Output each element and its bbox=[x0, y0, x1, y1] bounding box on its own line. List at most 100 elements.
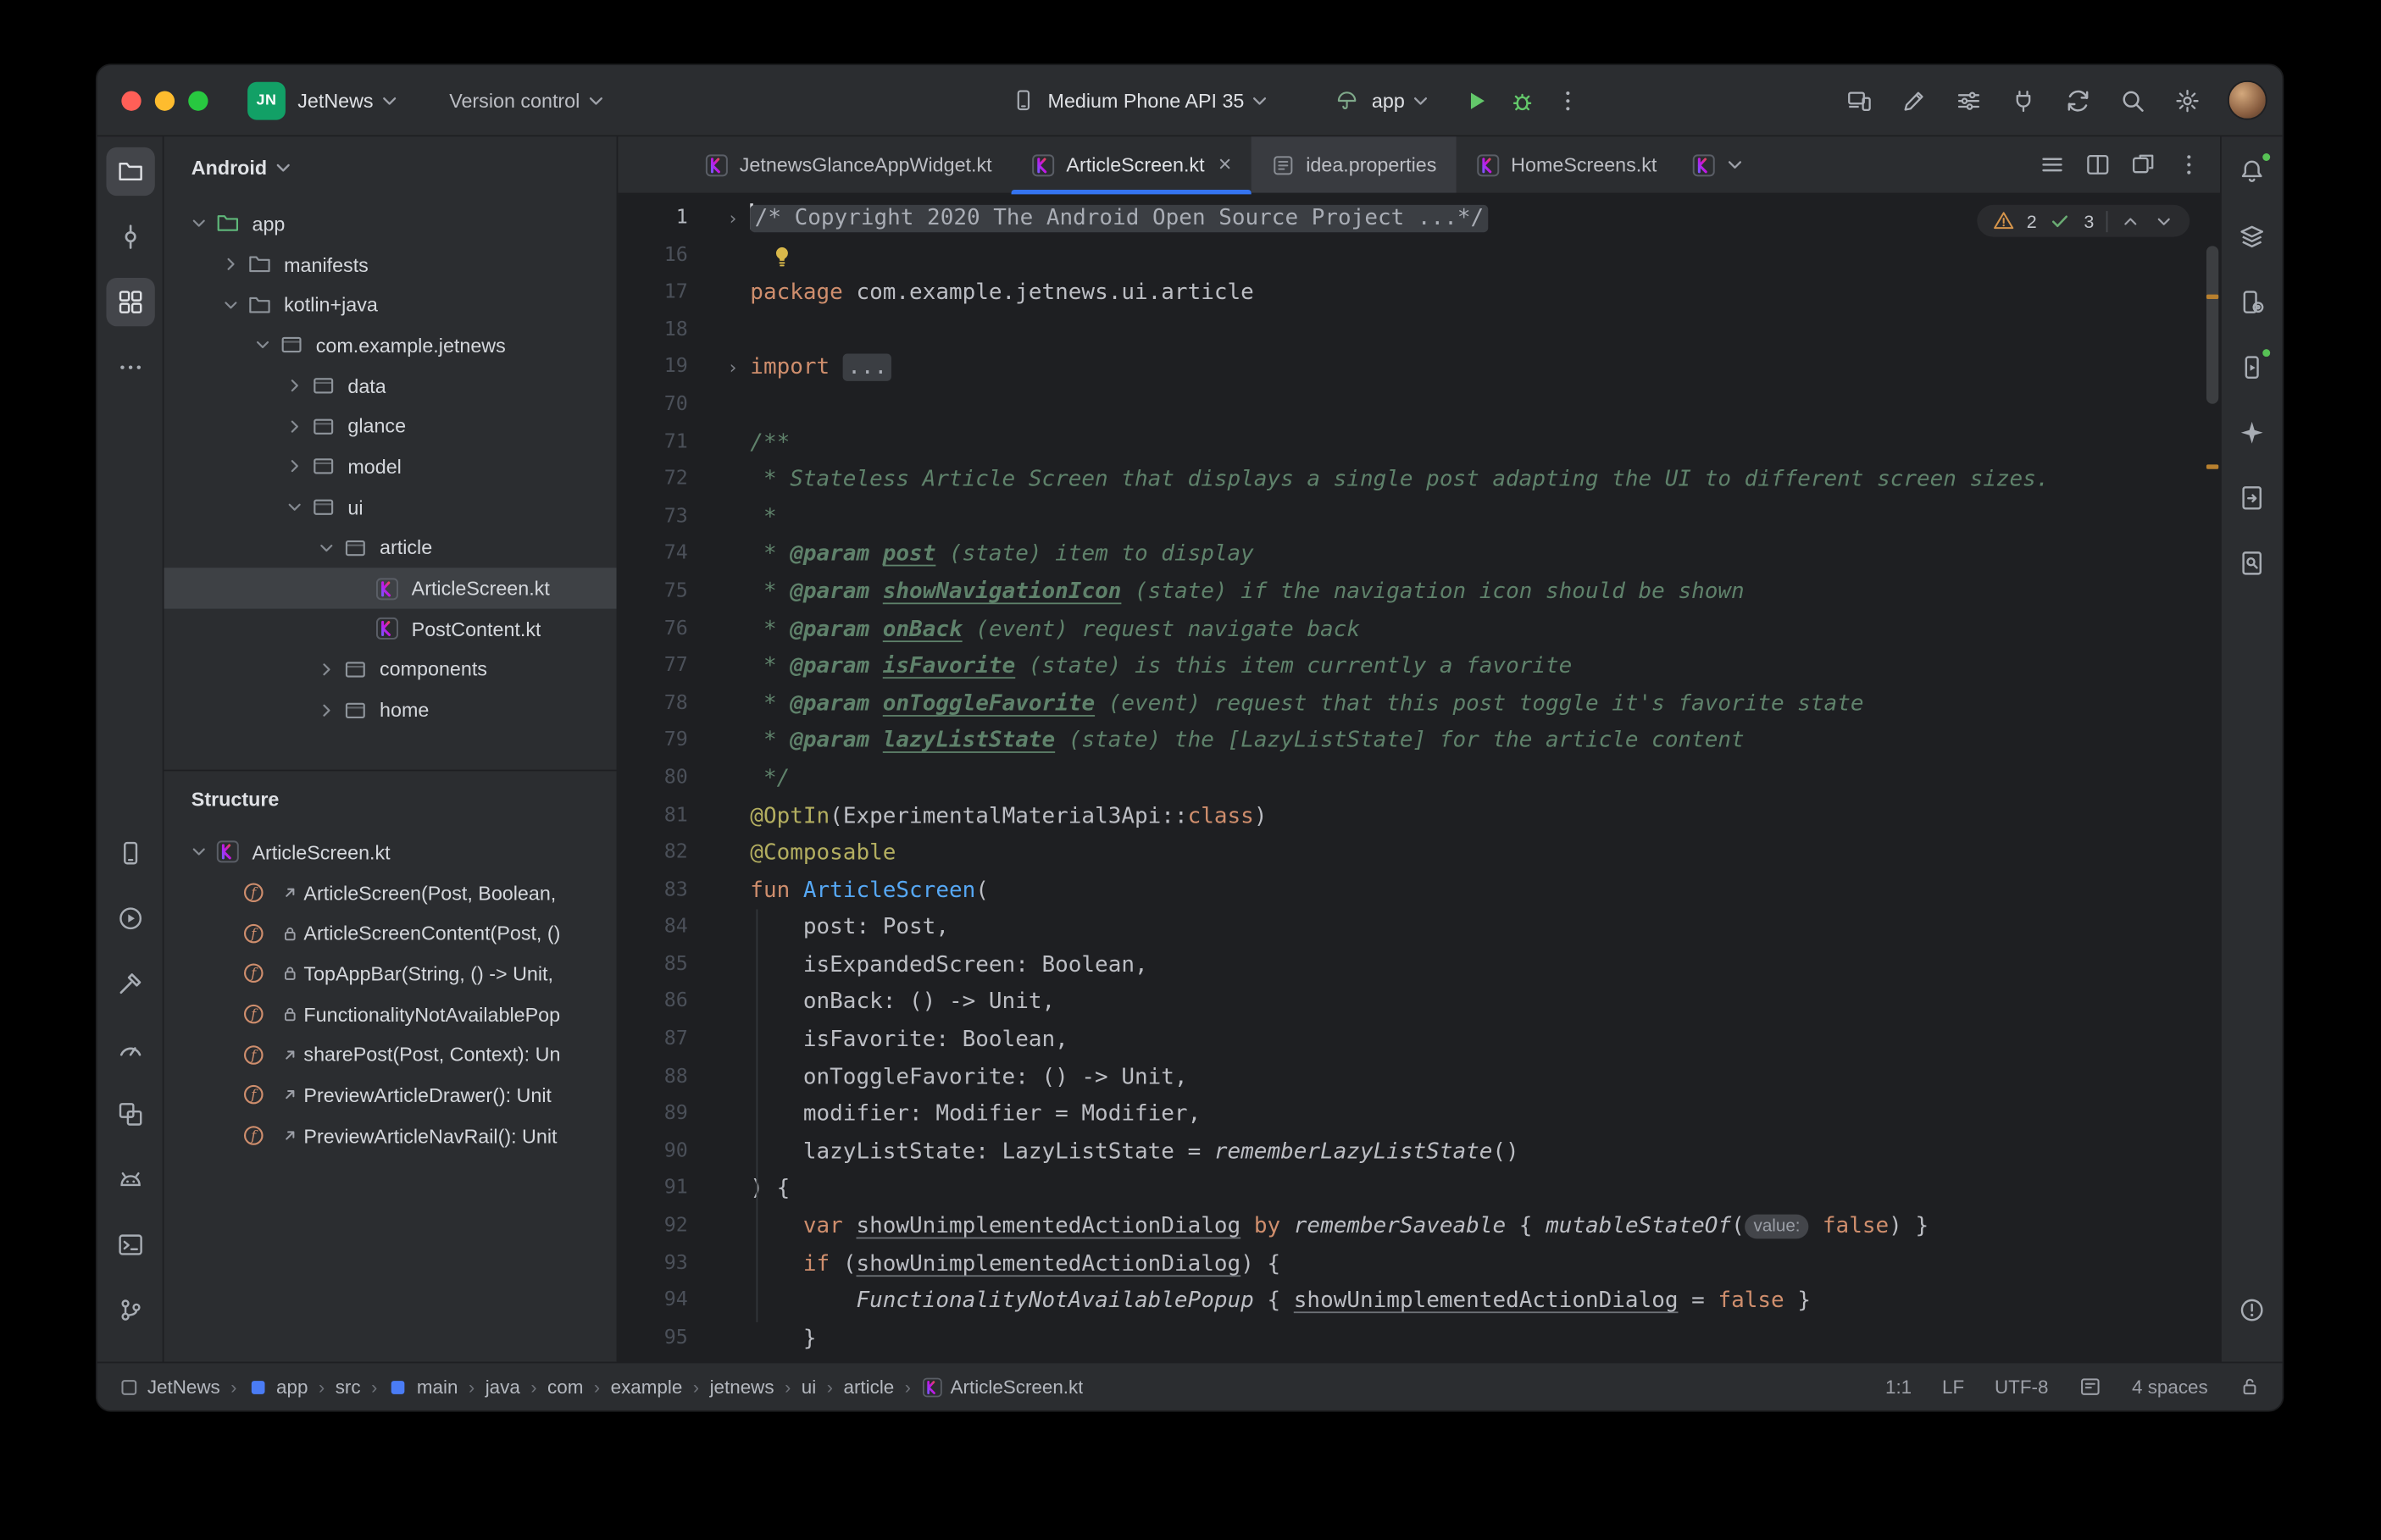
breadcrumb-src[interactable]: src bbox=[336, 1377, 361, 1398]
line-number[interactable]: 90 bbox=[618, 1133, 687, 1171]
breadcrumb-example[interactable]: example bbox=[611, 1377, 683, 1398]
code-line[interactable]: 71/** bbox=[618, 424, 2220, 462]
line-number[interactable]: 70 bbox=[618, 387, 687, 424]
app-quality-insights-tool-button[interactable] bbox=[2228, 474, 2276, 522]
line-number[interactable]: 77 bbox=[618, 648, 687, 685]
inspections-widget[interactable]: 2 3 bbox=[1977, 205, 2190, 237]
chevron-down-icon[interactable] bbox=[217, 292, 244, 317]
editor-options-icon[interactable] bbox=[2176, 152, 2201, 177]
code-line[interactable]: 92 var showUnimplementedActionDialog by … bbox=[618, 1209, 2220, 1246]
code-line[interactable]: 74 * @param post (state) item to display bbox=[618, 536, 2220, 573]
warning-stripe-mark[interactable] bbox=[2206, 295, 2218, 299]
device-mirroring-button[interactable] bbox=[1836, 77, 1882, 123]
intention-bulb-icon[interactable] bbox=[770, 244, 795, 269]
structure-tool-button[interactable] bbox=[106, 278, 154, 326]
tab-jetnewsglanceappwidget-kt[interactable]: JetnewsGlanceAppWidget.kt bbox=[685, 136, 1012, 192]
structure-item-functionalitynotavailablepop[interactable]: fFunctionalityNotAvailablePop bbox=[164, 994, 617, 1034]
chevron-right-icon[interactable] bbox=[217, 252, 244, 277]
commit-tool-button[interactable] bbox=[106, 213, 154, 261]
line-number[interactable]: 73 bbox=[618, 499, 687, 536]
code-line[interactable]: 80 */ bbox=[618, 761, 2220, 798]
code-line[interactable]: 89 modifier: Modifier = Modifier, bbox=[618, 1096, 2220, 1133]
structure-item-previewarticledrawer-unit[interactable]: fPreviewArticleDrawer(): Unit bbox=[164, 1075, 617, 1116]
logcat-tool-button[interactable] bbox=[106, 1155, 154, 1204]
running-devices-tool-button[interactable] bbox=[2228, 343, 2276, 391]
chevron-right-icon[interactable] bbox=[313, 657, 340, 682]
line-number[interactable]: 91 bbox=[618, 1171, 687, 1208]
more-tool-windows-tool-button[interactable] bbox=[106, 343, 154, 391]
code-line[interactable]: 73 * bbox=[618, 499, 2220, 536]
chevron-down-icon[interactable] bbox=[313, 535, 340, 560]
code-line[interactable]: 86 onBack: () -> Unit, bbox=[618, 984, 2220, 1022]
line-number[interactable]: 83 bbox=[618, 872, 687, 910]
user-avatar[interactable] bbox=[2228, 80, 2267, 120]
tab-homescreens-kt[interactable]: HomeScreens.kt bbox=[1457, 136, 1677, 192]
split-editor-icon[interactable] bbox=[2085, 152, 2111, 177]
code-line[interactable]: 78 * @param onToggleFavorite (event) req… bbox=[618, 686, 2220, 723]
line-number[interactable]: 74 bbox=[618, 536, 687, 573]
previous-problem-icon[interactable] bbox=[2120, 210, 2141, 231]
code-line[interactable]: 93 if (showUnimplementedActionDialog) { bbox=[618, 1246, 2220, 1283]
breadcrumb-com[interactable]: com bbox=[547, 1377, 583, 1398]
breadcrumb-jetnews[interactable]: jetnews bbox=[710, 1377, 774, 1398]
open-tabs-list-icon[interactable] bbox=[2040, 152, 2065, 177]
hidden-tabs-widget[interactable] bbox=[1692, 136, 1747, 192]
code-line[interactable]: 85 isExpandedScreen: Boolean, bbox=[618, 947, 2220, 984]
code-editor[interactable]: 1›/* Copyright 2020 The Android Open Sou… bbox=[618, 194, 2220, 1361]
line-number[interactable]: 16 bbox=[618, 238, 687, 275]
line-number[interactable]: 86 bbox=[618, 984, 687, 1022]
plugins-button[interactable] bbox=[2000, 77, 2045, 123]
close-window-button[interactable] bbox=[121, 91, 141, 110]
code-line[interactable]: 90 lazyListState: LazyListState = rememb… bbox=[618, 1133, 2220, 1171]
tree-item-data[interactable]: data bbox=[164, 365, 617, 406]
chevron-right-icon[interactable] bbox=[281, 455, 308, 479]
chevron-right-icon[interactable] bbox=[313, 698, 340, 723]
caret-position[interactable]: 1:1 bbox=[1885, 1377, 1912, 1398]
tree-item-articlescreen-kt[interactable]: ArticleScreen.kt bbox=[164, 568, 617, 609]
code-line[interactable]: 79 * @param lazyListState (state) the [L… bbox=[618, 723, 2220, 761]
line-number[interactable]: 76 bbox=[618, 611, 687, 648]
structure-header[interactable]: Structure bbox=[164, 771, 617, 826]
structure-item-sharepost-post-context-un[interactable]: fsharePost(Post, Context): Un bbox=[164, 1034, 617, 1075]
terminal-tool-button[interactable] bbox=[106, 1221, 154, 1269]
line-number[interactable]: 95 bbox=[618, 1321, 687, 1358]
tree-item-app[interactable]: app bbox=[164, 203, 617, 244]
tree-item-manifests[interactable]: manifests bbox=[164, 244, 617, 285]
line-number[interactable]: 75 bbox=[618, 573, 687, 611]
run-configuration-selector[interactable]: app bbox=[1335, 88, 1432, 113]
app-inspection-tool-button[interactable] bbox=[106, 1090, 154, 1138]
code-line[interactable]: 91) { bbox=[618, 1171, 2220, 1208]
code-line[interactable]: 16 bbox=[618, 238, 2220, 275]
indent-style-icon[interactable] bbox=[2079, 1376, 2101, 1399]
notifications-tool-button[interactable] bbox=[2228, 147, 2276, 196]
code-line[interactable]: 88 onToggleFavorite: () -> Unit, bbox=[618, 1059, 2220, 1096]
close-tab-icon[interactable]: × bbox=[1218, 153, 1232, 176]
tree-item-article[interactable]: article bbox=[164, 528, 617, 568]
code-line[interactable]: 77 * @param isFavorite (state) is this i… bbox=[618, 648, 2220, 685]
build-tool-button[interactable] bbox=[106, 960, 154, 1008]
tab-idea-properties[interactable]: idea.properties bbox=[1252, 136, 1457, 192]
code-line[interactable]: 87 isFavorite: Boolean, bbox=[618, 1022, 2220, 1059]
code-line[interactable]: 72 * Stateless Article Screen that displ… bbox=[618, 462, 2220, 499]
file-encoding[interactable]: UTF-8 bbox=[1995, 1377, 2048, 1398]
version-control-widget[interactable]: Version control bbox=[449, 89, 607, 112]
detach-editor-icon[interactable] bbox=[2130, 152, 2156, 177]
code-line[interactable]: 81@OptIn(ExperimentalMaterial3Api::class… bbox=[618, 798, 2220, 835]
line-number[interactable]: 17 bbox=[618, 275, 687, 313]
code-line[interactable]: 94 FunctionalityNotAvailablePopup { show… bbox=[618, 1283, 2220, 1321]
line-number[interactable]: 18 bbox=[618, 313, 687, 350]
breadcrumb-app[interactable]: app bbox=[247, 1377, 308, 1398]
structure-item-articlescreen-post-boolean[interactable]: fArticleScreen(Post, Boolean, bbox=[164, 872, 617, 913]
file-writable-icon[interactable] bbox=[2239, 1376, 2262, 1399]
chevron-down-icon[interactable] bbox=[249, 333, 276, 357]
tree-item-ui[interactable]: ui bbox=[164, 487, 617, 528]
next-problem-icon[interactable] bbox=[2153, 210, 2174, 231]
structure-root-articlescreen-kt[interactable]: ArticleScreen.kt bbox=[164, 832, 617, 872]
zoom-window-button[interactable] bbox=[188, 91, 208, 110]
gradle-tool-button[interactable] bbox=[2228, 213, 2276, 261]
settings-button[interactable] bbox=[2164, 77, 2210, 123]
tree-item-components[interactable]: components bbox=[164, 649, 617, 690]
line-number[interactable]: 78 bbox=[618, 686, 687, 723]
gemini-tool-button[interactable] bbox=[2228, 408, 2276, 457]
tree-item-com-example-jetnews[interactable]: com.example.jetnews bbox=[164, 325, 617, 366]
